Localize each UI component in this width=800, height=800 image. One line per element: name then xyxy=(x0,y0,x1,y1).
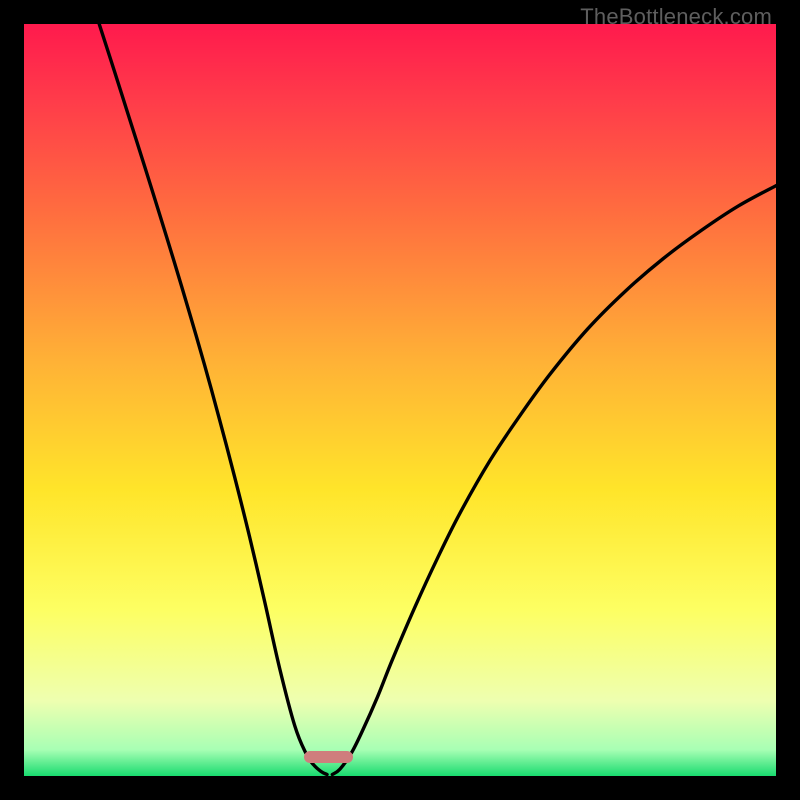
chart-frame: TheBottleneck.com xyxy=(0,0,800,800)
right-curve xyxy=(332,186,776,775)
watermark-text: TheBottleneck.com xyxy=(580,4,772,30)
curves-layer xyxy=(24,24,776,776)
minimum-marker xyxy=(304,751,353,763)
left-curve xyxy=(99,24,327,774)
plot-area xyxy=(24,24,776,776)
